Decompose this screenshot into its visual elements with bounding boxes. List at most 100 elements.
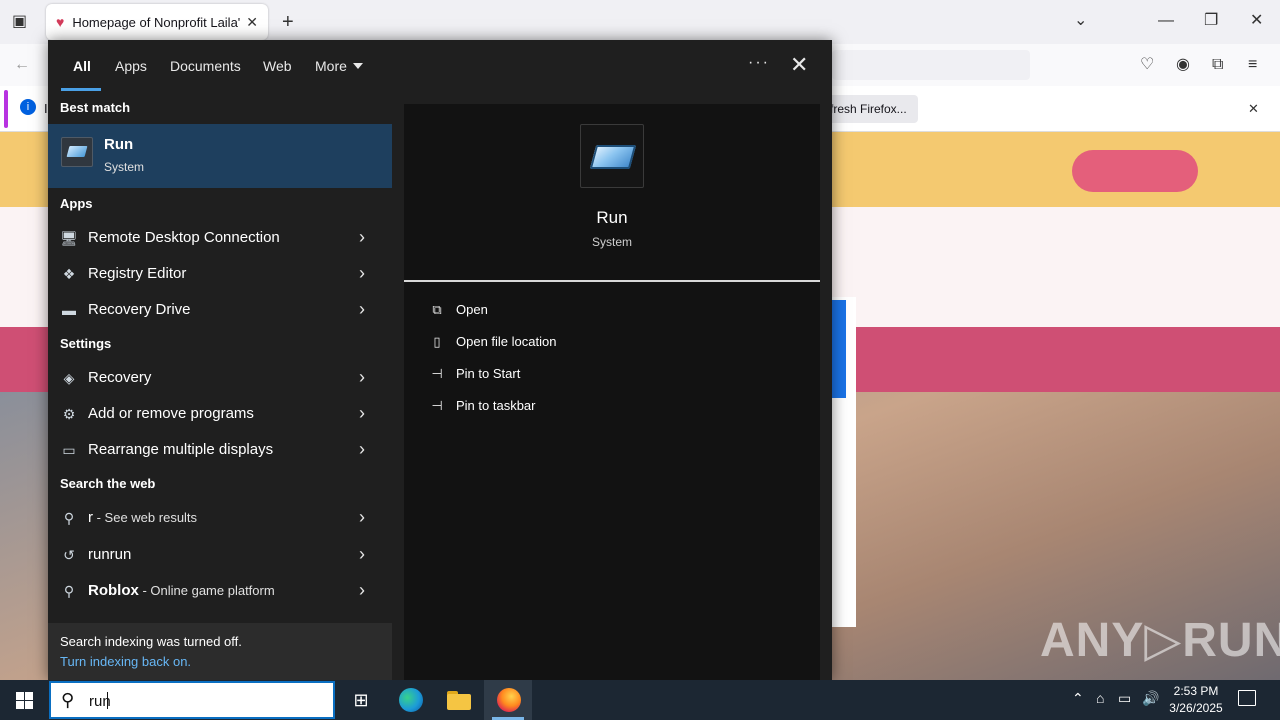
- tray-device-icon[interactable]: ⌂: [1096, 690, 1104, 706]
- chevron-right-icon[interactable]: ›: [359, 227, 365, 248]
- chevron-right-icon[interactable]: ›: [359, 367, 365, 388]
- heart-favicon-icon: ♥: [56, 14, 65, 30]
- result-recovery-drive[interactable]: ▬ Recovery Drive ›: [48, 292, 392, 328]
- result-label: Rearrange multiple displays: [88, 441, 274, 458]
- result-label: r - See web results: [88, 509, 197, 526]
- settings-heading: Settings: [60, 336, 112, 351]
- tab-documents[interactable]: Documents: [170, 56, 241, 76]
- recovery-icon: ◈: [63, 370, 75, 386]
- minimize-icon[interactable]: —: [1158, 11, 1174, 31]
- tab-close-icon[interactable]: ✕: [246, 14, 258, 31]
- indexing-notice: Search indexing was turned off. Turn ind…: [48, 623, 392, 680]
- best-match-heading: Best match: [60, 100, 131, 115]
- new-tab-button[interactable]: +: [282, 12, 294, 32]
- tab-more-label: More: [315, 58, 347, 74]
- url-bar[interactable]: [832, 50, 1030, 80]
- action-label: Pin to taskbar: [456, 398, 536, 413]
- volume-icon[interactable]: 🔊: [1142, 690, 1159, 707]
- result-registry-editor[interactable]: ❖ Registry Editor ›: [48, 256, 392, 292]
- best-match-subtitle: System: [104, 160, 145, 174]
- tab-list-icon[interactable]: ▣: [12, 12, 27, 32]
- registry-editor-icon: ❖: [62, 266, 76, 282]
- page-donate-button[interactable]: [1072, 150, 1198, 192]
- browser-tab[interactable]: ♥ Homepage of Nonprofit Laila's ✕: [46, 4, 268, 40]
- chevron-right-icon[interactable]: ›: [359, 544, 365, 565]
- tab-more[interactable]: More: [315, 56, 363, 76]
- action-center-icon[interactable]: [1238, 690, 1256, 706]
- web-query-hint: - See web results: [93, 510, 198, 525]
- turn-indexing-on-link[interactable]: Turn indexing back on.: [60, 654, 191, 669]
- action-open[interactable]: ⧉ Open: [428, 302, 487, 324]
- result-label: Add or remove programs: [88, 405, 254, 422]
- result-label: runrun: [88, 546, 131, 563]
- web-result-r[interactable]: ⚲ r - See web results ›: [48, 500, 392, 536]
- web-result-roblox[interactable]: ⚲ Roblox - Online game platform ›: [48, 573, 392, 609]
- action-pin-to-start[interactable]: ⊣ Pin to Start: [428, 366, 520, 388]
- action-pin-to-taskbar[interactable]: ⊣ Pin to taskbar: [428, 398, 536, 420]
- taskbar: ⚲ run ⊞ ⌃ ⌂ ▭ 🔊 2:53 PM 3/26/2025: [0, 680, 1280, 720]
- result-remote-desktop[interactable]: 🖥 Remote Desktop Connection ›: [48, 220, 392, 256]
- indexing-message: Search indexing was turned off.: [60, 634, 242, 649]
- result-label: Recovery: [88, 369, 152, 386]
- active-tab-indicator: [61, 88, 101, 91]
- file-explorer-icon[interactable]: [447, 688, 471, 712]
- pocket-icon[interactable]: ♡: [1140, 55, 1154, 75]
- edge-browser-icon[interactable]: [399, 688, 423, 712]
- preview-divider: [404, 280, 820, 282]
- window-close-icon[interactable]: ✕: [1250, 11, 1263, 31]
- action-label: Open file location: [456, 334, 557, 349]
- chevron-right-icon[interactable]: ›: [359, 580, 365, 601]
- windows-search-panel: All Apps Documents Web More ··· ✕ Best m…: [48, 40, 832, 680]
- pin-icon: ⊣: [431, 366, 443, 381]
- search-icon: ⚲: [61, 690, 75, 710]
- result-label: Roblox - Online game platform: [88, 582, 275, 599]
- chevron-down-icon[interactable]: ⌄: [1074, 11, 1087, 31]
- clock-time: 2:53 PM: [1173, 684, 1219, 698]
- gear-icon: ⚙: [62, 406, 76, 422]
- tab-web[interactable]: Web: [263, 56, 292, 76]
- search-input[interactable]: run: [89, 692, 111, 710]
- result-add-remove-programs[interactable]: ⚙ Add or remove programs ›: [48, 396, 392, 432]
- search-filter-tabs: All Apps Documents Web More ··· ✕: [48, 40, 832, 92]
- preview-subtitle: System: [591, 235, 632, 249]
- refresh-firefox-button[interactable]: fresh Firefox...: [822, 95, 918, 123]
- browser-tab-bar: ▣ ♥ Homepage of Nonprofit Laila's ✕ + ⌄ …: [0, 0, 1280, 44]
- chevron-right-icon[interactable]: ›: [359, 507, 365, 528]
- chevron-right-icon[interactable]: ›: [359, 439, 365, 460]
- tab-apps[interactable]: Apps: [115, 56, 147, 76]
- close-search-icon[interactable]: ✕: [790, 52, 808, 78]
- browser-tab-title: Homepage of Nonprofit Laila's: [72, 14, 241, 30]
- run-app-icon: [61, 137, 93, 167]
- result-label: Registry Editor: [88, 265, 187, 282]
- notification-close-icon[interactable]: ✕: [1248, 99, 1259, 119]
- extensions-icon[interactable]: ⧉: [1212, 55, 1223, 75]
- firefox-icon[interactable]: [497, 688, 521, 712]
- chevron-right-icon[interactable]: ›: [359, 403, 365, 424]
- run-app-large-icon: [580, 124, 644, 188]
- account-icon[interactable]: ◉: [1176, 55, 1190, 75]
- more-options-icon[interactable]: ···: [748, 54, 770, 72]
- web-query-hint: - Online game platform: [138, 583, 275, 598]
- chevron-right-icon[interactable]: ›: [359, 299, 365, 320]
- taskbar-clock[interactable]: 2:53 PM 3/26/2025: [1160, 683, 1232, 717]
- text-cursor: [106, 692, 108, 709]
- result-recovery[interactable]: ◈ Recovery ›: [48, 360, 392, 396]
- clock-date: 3/26/2025: [1169, 701, 1223, 715]
- action-open-file-location[interactable]: ▯ Open file location: [428, 334, 556, 356]
- chevron-right-icon[interactable]: ›: [359, 263, 365, 284]
- best-match-title: Run: [104, 136, 134, 153]
- best-match-item[interactable]: Run System: [48, 124, 392, 188]
- back-arrow-icon[interactable]: ←: [14, 55, 30, 75]
- web-query: runrun: [88, 546, 132, 563]
- windows-start-icon[interactable]: [16, 692, 33, 709]
- result-rearrange-displays[interactable]: ▭ Rearrange multiple displays ›: [48, 432, 392, 468]
- taskbar-search-box[interactable]: ⚲ run: [49, 681, 335, 719]
- tray-overflow-chevron-icon[interactable]: ⌃: [1072, 690, 1084, 707]
- web-result-runrun[interactable]: ↺ runrun ›: [48, 537, 392, 573]
- notification-accent: [4, 90, 8, 128]
- menu-icon[interactable]: ≡: [1248, 55, 1257, 75]
- tab-all[interactable]: All: [73, 56, 91, 76]
- network-icon[interactable]: ▭: [1118, 690, 1131, 707]
- restore-icon[interactable]: ❐: [1204, 11, 1218, 31]
- task-view-icon[interactable]: ⊞: [349, 688, 373, 712]
